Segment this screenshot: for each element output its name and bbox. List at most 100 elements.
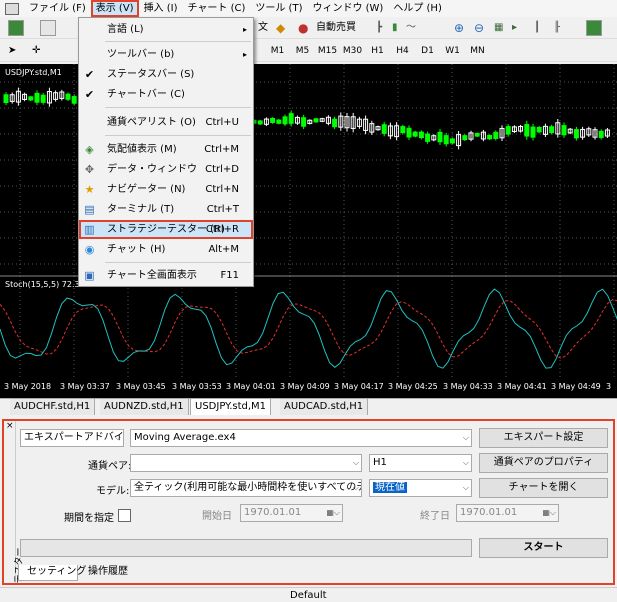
- start-date-field[interactable]: 1970.01.01 ▦⌵: [240, 504, 343, 522]
- autoscroll-icon[interactable]: ▸: [512, 20, 517, 36]
- scroll-icon[interactable]: ╟: [554, 20, 560, 36]
- menu-item-statusbar[interactable]: ✔ ステータスバー (S): [79, 65, 253, 84]
- profiles-icon[interactable]: [40, 20, 56, 36]
- candle-body: [288, 113, 294, 124]
- tf-mn[interactable]: MN: [465, 43, 490, 59]
- menu-help[interactable]: ヘルプ (H): [388, 0, 447, 17]
- tab-usdjpy[interactable]: USDJPY.std,M1: [190, 398, 272, 415]
- candle-body: [301, 117, 307, 127]
- crosshair-icon[interactable]: ✛: [32, 43, 40, 59]
- candle-body: [381, 124, 387, 134]
- expert-settings-button[interactable]: エキスパート設定: [479, 428, 608, 448]
- time-axis: 3 May 2018 3 May 03:37 3 May 03:45 3 May…: [0, 378, 617, 398]
- tab-audnzd[interactable]: AUDNZD.std,H1: [100, 399, 189, 415]
- sync-icon[interactable]: ◆: [276, 20, 290, 36]
- menu-file[interactable]: ファイル (F): [24, 0, 91, 17]
- menu-item-terminal[interactable]: ▤ ターミナル (T) Ctrl+T: [79, 200, 253, 219]
- menu-item-label: 言語 (L): [107, 24, 144, 35]
- autotrade-button[interactable]: 自動売買: [316, 20, 356, 36]
- tab-settings[interactable]: セッティング: [18, 565, 86, 581]
- candle-body: [449, 138, 455, 144]
- candle-body: [65, 93, 71, 100]
- autotrade-icon[interactable]: ●: [298, 20, 312, 36]
- menu-bar: ファイル (F) 表示 (V) 挿入 (I) チャート (C) ツール (T) …: [0, 0, 617, 17]
- menu-item-market-watch[interactable]: ◈ 気配値表示 (M) Ctrl+M: [79, 140, 253, 159]
- tf-d1[interactable]: D1: [415, 43, 440, 59]
- spread-select[interactable]: 現在値 ⌵: [369, 479, 472, 497]
- menu-item-strategy-tester[interactable]: ▥ ストラテジーテスター (R) Ctrl+R: [79, 220, 253, 239]
- menu-item-shortcut: Ctrl+M: [204, 144, 239, 155]
- menu-item-chat[interactable]: ◉ チャット (H) Alt+M: [79, 240, 253, 259]
- line-chart-icon[interactable]: 〜: [406, 20, 416, 36]
- tf-w1[interactable]: W1: [440, 43, 465, 59]
- tf-m1[interactable]: M1: [265, 43, 290, 59]
- chart-shift-icon[interactable]: ┃: [534, 20, 540, 36]
- zoom-out-icon[interactable]: ⊖: [474, 20, 484, 36]
- text-tool-icon[interactable]: 文: [258, 20, 272, 36]
- use-date-checkbox[interactable]: [118, 509, 131, 522]
- candle-body: [332, 118, 338, 128]
- indicators-icon[interactable]: [586, 20, 602, 36]
- menu-item-shortcut: Ctrl+R: [205, 224, 239, 235]
- chat-icon: ◉: [84, 243, 95, 256]
- menu-item-navigator[interactable]: ★ ナビゲーター (N) Ctrl+N: [79, 180, 253, 199]
- candle-body: [412, 131, 418, 137]
- pair-label: 通貨ペア:: [88, 461, 132, 472]
- close-icon[interactable]: ×: [6, 421, 14, 431]
- bar-chart-icon[interactable]: ┣: [376, 20, 382, 36]
- zoom-in-icon[interactable]: ⊕: [454, 20, 464, 36]
- expert-value: Moving Average.ex4: [134, 432, 236, 443]
- start-button[interactable]: スタート: [479, 538, 608, 558]
- menu-view[interactable]: 表示 (V): [90, 0, 139, 17]
- menu-item-language[interactable]: 言語 (L) ▸: [79, 20, 253, 39]
- app-icon[interactable]: [5, 2, 19, 15]
- chart-tabs: AUDCHF.std,H1 AUDNZD.std,H1 USDJPY.std,M…: [0, 398, 617, 415]
- tf-h4[interactable]: H4: [390, 43, 415, 59]
- period-value: H1: [373, 457, 387, 468]
- menu-chart[interactable]: チャート (C): [183, 0, 251, 17]
- expert-select[interactable]: Moving Average.ex4 ⌵: [130, 429, 472, 447]
- calendar-icon: ▦⌵: [326, 508, 340, 517]
- candle-body: [462, 135, 468, 141]
- cursor-icon[interactable]: ➤: [8, 43, 16, 59]
- status-bar: Default: [0, 587, 617, 602]
- candles-icon[interactable]: ▮: [392, 20, 398, 36]
- tf-m5[interactable]: M5: [290, 43, 315, 59]
- model-select[interactable]: 全ティック(利用可能な最小時間枠を使いすべてのティ ⌵: [130, 479, 362, 497]
- candle-body: [71, 96, 77, 104]
- candle-body: [3, 94, 9, 104]
- candle-body: [598, 130, 604, 138]
- menu-item-label: 通貨ペアリスト (O): [107, 117, 196, 128]
- menu-item-symbols[interactable]: 通貨ペアリスト (O) Ctrl+U: [79, 113, 253, 132]
- navigator-icon: ★: [84, 183, 95, 196]
- pair-properties-button[interactable]: 通貨ペアのプロパティ: [479, 453, 608, 473]
- menu-item-data-window[interactable]: ✥ データ・ウィンドウ Ctrl+D: [79, 160, 253, 179]
- menu-insert[interactable]: 挿入 (I): [139, 0, 183, 17]
- tf-m15[interactable]: M15: [315, 43, 340, 59]
- candle-body: [524, 124, 530, 137]
- tester-type-select[interactable]: エキスパートアドバイザ ⌵: [20, 429, 124, 447]
- tf-h1[interactable]: H1: [365, 43, 390, 59]
- tab-audcad[interactable]: AUDCAD.std,H1: [280, 399, 369, 415]
- menu-item-chartbar[interactable]: ✔ チャートバー (C): [79, 85, 253, 104]
- pair-select[interactable]: ⌵: [130, 454, 362, 472]
- new-chart-icon[interactable]: [8, 20, 24, 36]
- tab-journal[interactable]: 操作履歴: [80, 565, 136, 581]
- end-date-label: 終了日: [420, 511, 450, 522]
- end-date-value: 1970.01.01: [460, 507, 518, 518]
- candle-body: [282, 116, 288, 125]
- menu-tools[interactable]: ツール (T): [250, 0, 307, 17]
- menu-window[interactable]: ウィンドウ (W): [307, 0, 388, 17]
- menu-item-fullscreen[interactable]: ▣ チャート全画面表示 F11: [79, 266, 253, 285]
- period-select[interactable]: H1 ⌵: [369, 454, 472, 472]
- end-date-field[interactable]: 1970.01.01 ▦⌵: [456, 504, 559, 522]
- open-chart-button[interactable]: チャートを開く: [479, 478, 608, 498]
- tf-m30[interactable]: M30: [340, 43, 365, 59]
- time-label: 3 May 2018: [4, 382, 52, 391]
- menu-item-toolbars[interactable]: ツールバー (b) ▸: [79, 45, 253, 64]
- time-label: 3 May 03:45: [116, 382, 166, 391]
- tile-icon[interactable]: ▦: [494, 20, 503, 36]
- menu-item-shortcut: F11: [220, 270, 239, 281]
- tab-audchf[interactable]: AUDCHF.std,H1: [10, 399, 96, 415]
- toolbar-icon: [83, 48, 96, 61]
